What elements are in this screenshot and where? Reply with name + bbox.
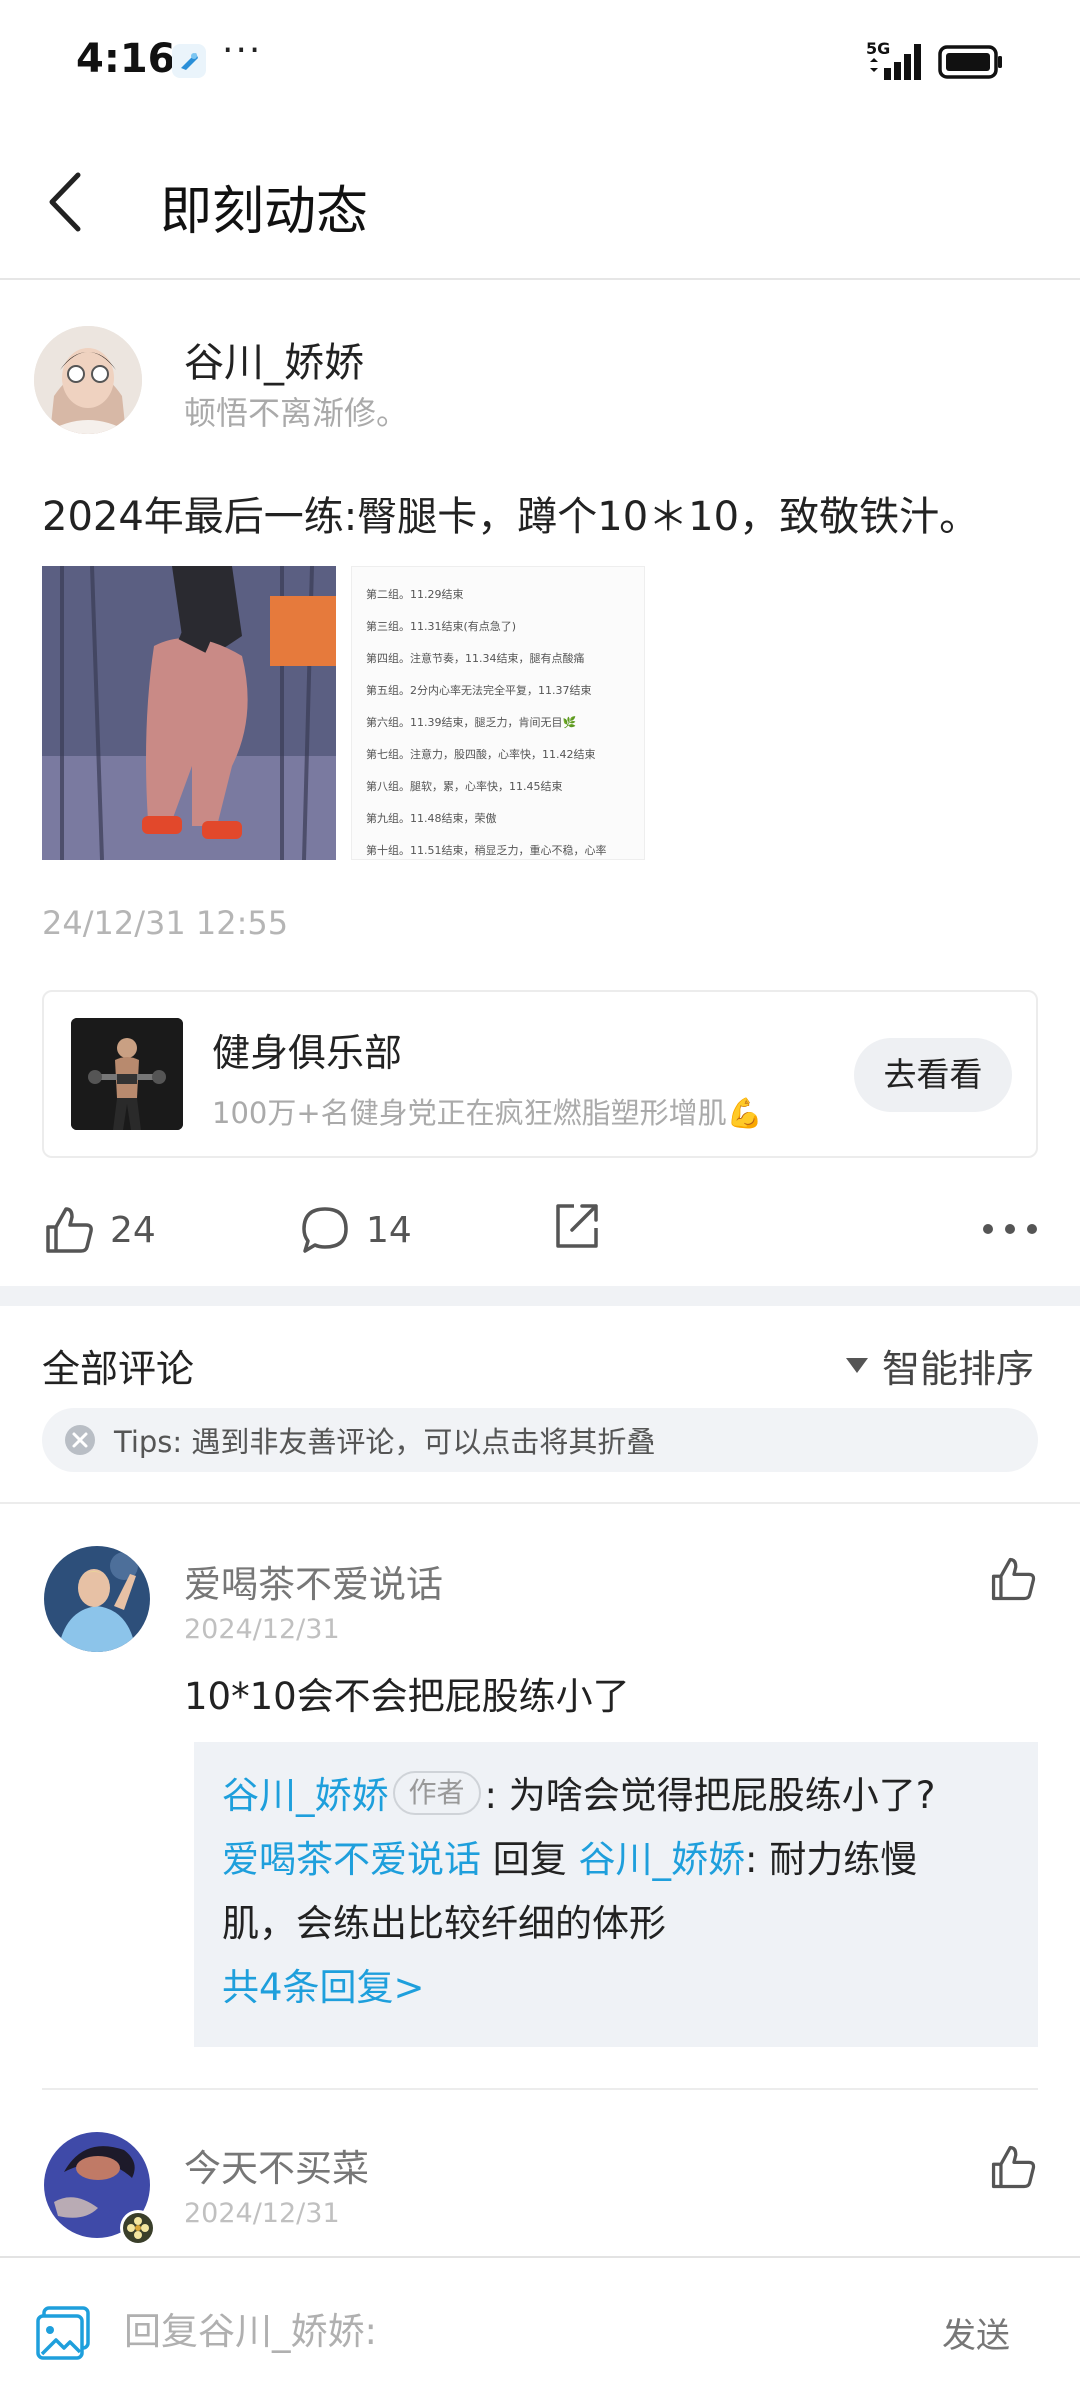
- more-notifications-icon: ···: [222, 30, 263, 71]
- group-card[interactable]: 健身俱乐部 100万+名健身党正在疯狂燃脂塑形增肌💪 去看看: [42, 990, 1038, 1158]
- note-line: 第七组。注意力，股四酸，心率快，11.42结束: [366, 748, 596, 761]
- share-button[interactable]: [550, 1198, 604, 1262]
- share-icon: [556, 1204, 598, 1248]
- reply-line: 谷川_娇娇 作者: 为啥会觉得把屁股练小了?: [222, 1764, 1010, 1828]
- note-line: 第二组。11.29结束: [366, 588, 464, 601]
- view-all-replies-link[interactable]: 共4条回复>: [222, 1956, 1010, 2020]
- commenter-name[interactable]: 今天不买菜: [184, 2138, 369, 2192]
- post-text: 2024年最后一练:臀腿卡，蹲个10＊10，致敬铁汁。: [42, 494, 980, 540]
- like-button[interactable]: 24: [42, 1198, 156, 1262]
- header: 即刻动态: [0, 125, 1080, 280]
- comment-button[interactable]: 14: [298, 1198, 412, 1262]
- note-line: 第三组。11.31结束(有点急了): [366, 620, 517, 633]
- author-name[interactable]: 谷川_娇娇: [184, 330, 364, 388]
- battery-icon: [938, 45, 1002, 79]
- divider: [42, 2088, 1038, 2090]
- reply-author-link[interactable]: 谷川_娇娇: [222, 1774, 389, 1817]
- reply-text: : 耐力练慢: [745, 1838, 918, 1881]
- signal-5g-icon: 5G: [866, 39, 921, 80]
- post-image-notes[interactable]: 第二组。11.29结束 第三组。11.31结束(有点急了) 第四组。注意节奏，1…: [351, 566, 645, 860]
- image-picker-icon[interactable]: [34, 2304, 92, 2362]
- send-button[interactable]: 发送: [942, 2308, 1010, 2357]
- reply-input[interactable]: [124, 2296, 904, 2366]
- comment-like-icon[interactable]: [988, 1554, 1038, 1604]
- more-options-icon[interactable]: [980, 1212, 1040, 1246]
- author-signature: 顿悟不离渐修。: [184, 394, 409, 432]
- comment-count: 14: [366, 1209, 412, 1251]
- note-line: 第九组。11.48结束，荣傲: [366, 812, 497, 825]
- view-group-button[interactable]: 去看看: [854, 1038, 1012, 1112]
- reply-verb: 回复: [481, 1838, 579, 1881]
- triangle-down-icon: [846, 1357, 868, 1373]
- badge-icon: [120, 2210, 156, 2246]
- tips-bar: Tips: 遇到非友善评论，可以点击将其折叠: [42, 1408, 1038, 1472]
- network-label: 5G: [866, 39, 890, 58]
- divider: [0, 1502, 1080, 1504]
- thumbs-up-icon: [46, 1207, 93, 1253]
- post-image-gym-photo[interactable]: [42, 566, 336, 860]
- group-thumbnail: [71, 1018, 183, 1130]
- replies-box[interactable]: 谷川_娇娇 作者: 为啥会觉得把屁股练小了? 爱喝茶不爱说话 回复 谷川_娇娇: …: [194, 1742, 1038, 2047]
- author-badge: 作者: [392, 1771, 481, 1815]
- reply-target-link[interactable]: 谷川_娇娇: [579, 1838, 746, 1881]
- like-count: 24: [110, 1209, 156, 1251]
- commenter-avatar[interactable]: [44, 1546, 150, 1652]
- comment-like-icon[interactable]: [988, 2142, 1038, 2192]
- commenter-name[interactable]: 爱喝茶不爱说话: [184, 1554, 443, 1608]
- tips-text: Tips: 遇到非友善评论，可以点击将其折叠: [114, 1425, 656, 1459]
- note-line: 第五组。2分内心率无法完全平复，11.37结束: [366, 684, 592, 697]
- comment-bubble-icon: [302, 1207, 348, 1253]
- reply-bar: 发送: [0, 2256, 1080, 2400]
- status-time: 4:16: [76, 36, 176, 82]
- close-circle-icon[interactable]: [64, 1424, 96, 1456]
- note-line: 第八组。腿软，累，心率快，11.45结束: [366, 780, 563, 793]
- comment-text: 10*10会不会把屁股练小了: [184, 1675, 630, 1718]
- status-bar: 4:16 ··· 5G: [0, 0, 1080, 125]
- section-divider: [0, 1286, 1080, 1306]
- back-arrow-icon[interactable]: [42, 167, 92, 237]
- note-line: 第四组。注意节奏，11.34结束，腿有点酸痛: [366, 652, 585, 665]
- reply-text: : 为啥会觉得把屁股练小了?: [484, 1774, 936, 1817]
- comment-date: 2024/12/31: [184, 1614, 340, 1645]
- reply-line-continued: 肌，会练出比较纤细的体形: [222, 1902, 666, 1945]
- reply-line: 爱喝茶不爱说话 回复 谷川_娇娇: 耐力练慢: [222, 1828, 1010, 1892]
- sort-label: 智能排序: [882, 1347, 1035, 1391]
- note-line: 第六组。11.39结束，腿乏力，肯间无目🌿: [366, 716, 577, 729]
- group-name: 健身俱乐部: [212, 1031, 403, 1075]
- note-line: 第十组。11.51结束，稍显乏力，重心不稳，心率: [366, 844, 607, 857]
- sort-button[interactable]: 智能排序: [846, 1338, 1034, 1393]
- app-notification-icon: [172, 44, 206, 78]
- comments-title: 全部评论: [42, 1347, 195, 1391]
- comment-date: 2024/12/31: [184, 2198, 340, 2229]
- group-description: 100万+名健身党正在疯狂燃脂塑形增肌💪: [212, 1096, 763, 1130]
- page-title: 即刻动态: [160, 182, 369, 242]
- post-timestamp: 24/12/31 12:55: [42, 904, 289, 942]
- author-avatar[interactable]: [34, 326, 142, 434]
- reply-author-link[interactable]: 爱喝茶不爱说话: [222, 1838, 481, 1881]
